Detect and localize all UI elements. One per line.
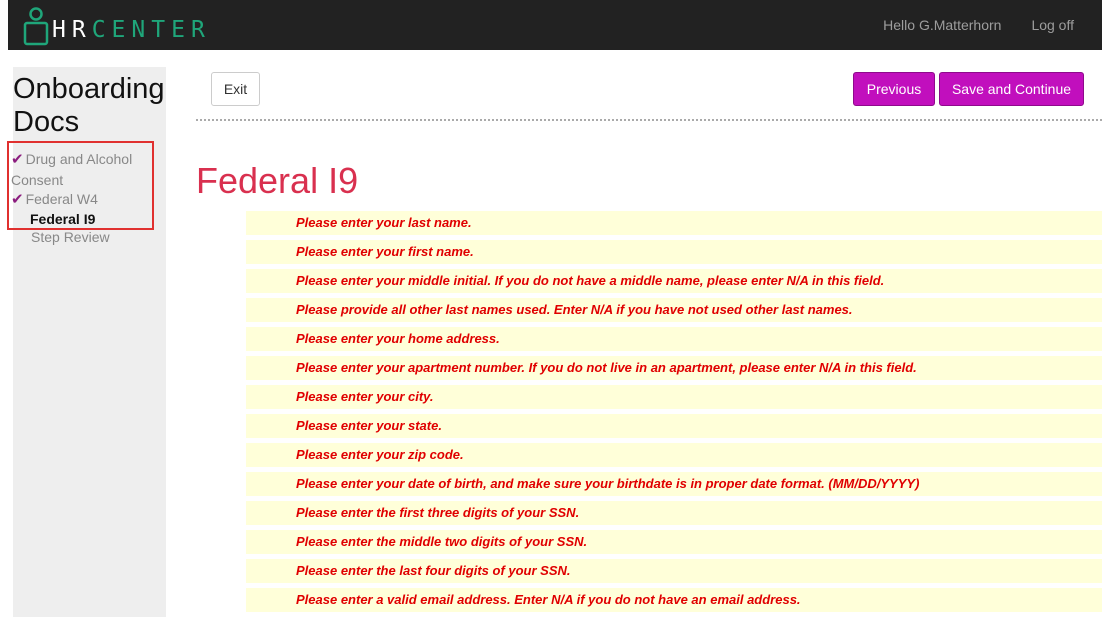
- logo-hr-text: HR: [52, 17, 92, 43]
- toolbar-divider: [196, 119, 1102, 121]
- validation-error: Please enter your state.: [246, 414, 1102, 438]
- validation-error: Please enter your apartment number. If y…: [246, 356, 1102, 380]
- top-navbar: HRCENTER Hello G.Matterhorn Log off: [8, 0, 1102, 50]
- sidebar-item-label: Step Review: [31, 229, 110, 245]
- validation-error: Please enter the last four digits of you…: [246, 559, 1102, 583]
- validation-error: Please enter a valid email address. Ente…: [246, 588, 1102, 612]
- validation-error: Please enter your city.: [246, 385, 1102, 409]
- validation-error: Please enter your home address.: [246, 327, 1102, 351]
- checkmark-icon: ✔: [11, 151, 24, 168]
- sidebar-item-label: Drug and Alcohol Consent: [11, 151, 133, 188]
- hrcenter-logo[interactable]: HRCENTER: [23, 6, 211, 46]
- sidebar-step-list: ✔ Drug and Alcohol Consent ✔ Federal W4 Fe…: [7, 141, 154, 230]
- validation-error-list: Please enter your last name. Please ente…: [246, 211, 1102, 617]
- validation-error: Please enter your date of birth, and mak…: [246, 472, 1102, 496]
- sidebar-item-step-review[interactable]: Step Review: [31, 227, 110, 247]
- briefcase-icon: [23, 6, 49, 46]
- save-and-continue-button[interactable]: Save and Continue: [939, 72, 1084, 106]
- sidebar: Onboarding Docs ✔ Drug and Alcohol Consen…: [7, 67, 166, 617]
- validation-error: Please enter your last name.: [246, 211, 1102, 235]
- validation-error: Please enter your zip code.: [246, 443, 1102, 467]
- logo-center-text: CENTER: [91, 17, 211, 43]
- previous-button[interactable]: Previous: [853, 72, 935, 106]
- exit-button[interactable]: Exit: [211, 72, 260, 106]
- sidebar-item-federal-i9[interactable]: Federal I9: [30, 209, 95, 229]
- sidebar-item-federal-w4[interactable]: ✔ Federal W4: [11, 189, 98, 210]
- validation-error: Please provide all other last names used…: [246, 298, 1102, 322]
- sidebar-item-label: Federal I9: [30, 211, 96, 227]
- validation-error: Please enter your middle initial. If you…: [246, 269, 1102, 293]
- page-title: Federal I9: [196, 160, 359, 201]
- validation-error: Please enter your first name.: [246, 240, 1102, 264]
- checkmark-icon: ✔: [11, 191, 24, 208]
- logoff-link[interactable]: Log off: [1031, 17, 1074, 33]
- user-greeting-link[interactable]: Hello G.Matterhorn: [883, 17, 1001, 33]
- sidebar-title: Onboarding Docs: [13, 73, 165, 138]
- validation-error: Please enter the first three digits of y…: [246, 501, 1102, 525]
- sidebar-item-drug-alcohol-consent[interactable]: ✔ Drug and Alcohol Consent: [11, 149, 147, 190]
- sidebar-item-label: Federal W4: [25, 191, 98, 207]
- logo-wordmark: HRCENTER: [52, 19, 211, 42]
- validation-error: Please enter the middle two digits of yo…: [246, 530, 1102, 554]
